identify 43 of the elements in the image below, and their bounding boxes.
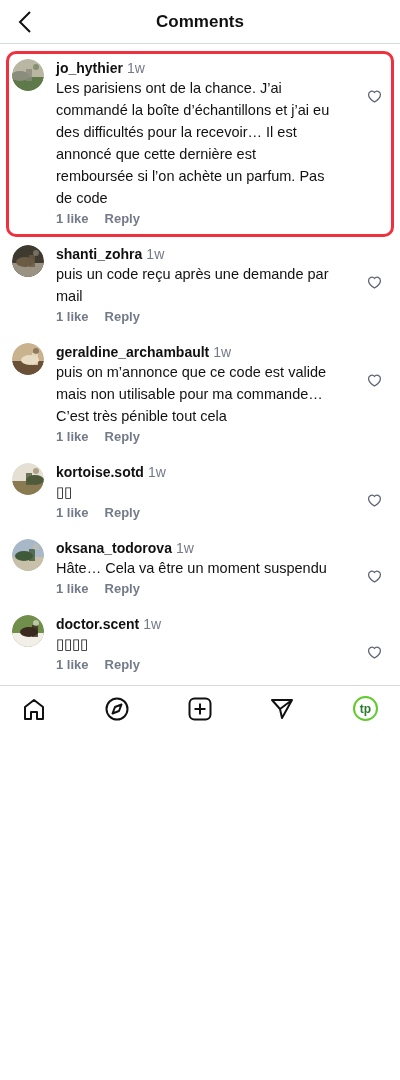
timestamp: 1w: [213, 343, 232, 361]
username[interactable]: doctor.scent: [56, 615, 140, 633]
like-count[interactable]: 1 like: [56, 655, 89, 675]
reply-button[interactable]: Reply: [104, 209, 140, 229]
timestamp: 1w: [175, 539, 194, 557]
comment-text: Hâte… Cela va être un moment suspendu: [56, 559, 328, 578]
reply-button[interactable]: Reply: [104, 307, 140, 327]
comment-text: ▯▯▯▯: [56, 635, 89, 654]
profile-avatar[interactable]: tp: [353, 696, 378, 721]
reply-button[interactable]: Reply: [104, 503, 140, 523]
comment-text: puis on m’annonce que ce code est valide mais non utilisable pour ma commande… C’est très pénible tout cela: [56, 363, 328, 426]
send-icon[interactable]: [270, 696, 295, 721]
username[interactable]: kortoise.sotd: [56, 463, 144, 481]
back-button[interactable]: [18, 10, 32, 34]
reply-button[interactable]: Reply: [104, 579, 140, 599]
heart-icon[interactable]: [367, 493, 382, 507]
reply-button[interactable]: Reply: [104, 655, 140, 675]
like-count[interactable]: 1 like: [56, 427, 89, 447]
timestamp: 1w: [126, 59, 145, 77]
heart-icon[interactable]: [367, 569, 382, 583]
reply-button[interactable]: Reply: [104, 427, 140, 447]
username[interactable]: shanti_zohra: [56, 245, 143, 263]
comment-text: puis un code reçu après une demande par mail: [56, 265, 330, 306]
page-title: Comments: [156, 10, 244, 33]
comment-text: ▯▯: [56, 483, 73, 502]
timestamp: 1w: [146, 245, 165, 263]
comment-text: Les parisiens ont de la chance. J’ai commandé la boîte d’échantillons et j’ai eu des difficultés pour la recevoir… Il est annoncé que cette dernière est remboursée si l’on achète un parfum. Pas de code: [56, 79, 331, 208]
heart-icon[interactable]: [367, 89, 382, 103]
compass-icon[interactable]: [104, 696, 129, 721]
username[interactable]: oksana_todorova: [56, 539, 172, 557]
heart-icon[interactable]: [367, 373, 382, 387]
home-icon[interactable]: [22, 696, 46, 721]
like-count[interactable]: 1 like: [56, 209, 89, 229]
heart-icon[interactable]: [367, 645, 382, 659]
username[interactable]: jo_hythier: [56, 59, 123, 77]
timestamp: 1w: [147, 463, 166, 481]
like-count[interactable]: 1 like: [56, 307, 89, 327]
heart-icon[interactable]: [367, 275, 382, 289]
like-count[interactable]: 1 like: [56, 503, 89, 523]
like-count[interactable]: 1 like: [56, 579, 89, 599]
username[interactable]: geraldine_archambault: [56, 343, 210, 361]
timestamp: 1w: [143, 615, 162, 633]
add-icon[interactable]: [187, 696, 212, 721]
